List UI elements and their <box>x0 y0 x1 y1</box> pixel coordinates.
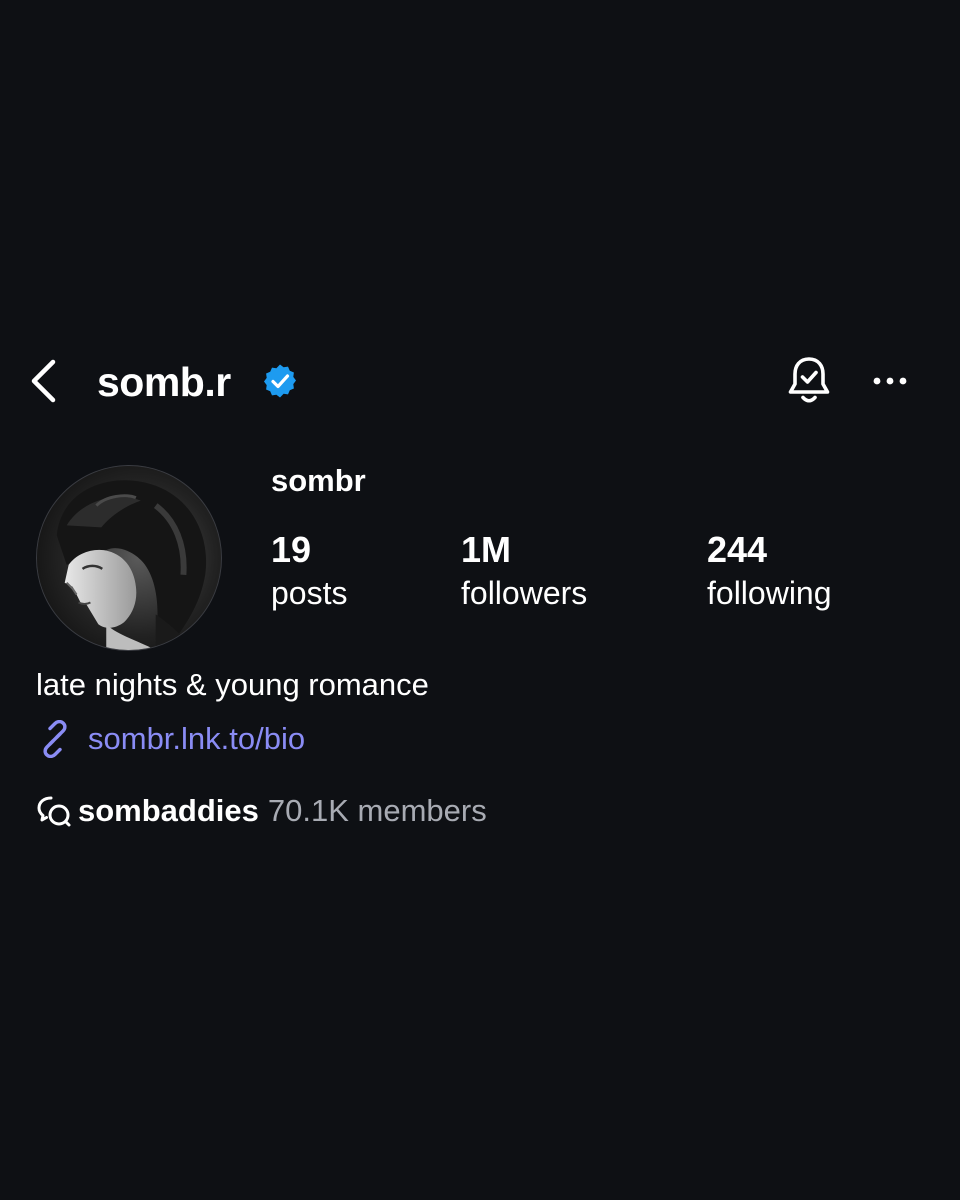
back-button[interactable] <box>26 356 60 406</box>
broadcast-channel[interactable]: sombaddies 70.1K members <box>36 790 487 832</box>
following-label: following <box>707 575 832 611</box>
channel-name: sombaddies <box>78 793 259 828</box>
verified-badge-icon <box>264 364 296 398</box>
chevron-left-icon <box>31 359 56 403</box>
profile-handle: somb.r <box>97 359 231 405</box>
channel-members: 70.1K members <box>267 793 487 828</box>
bio-link[interactable]: sombr.lnk.to/bio <box>36 718 305 760</box>
posts-label: posts <box>271 575 348 611</box>
more-horizontal-icon <box>873 377 907 385</box>
link-icon <box>43 720 67 758</box>
followers-value: 1M <box>461 529 512 570</box>
profile-photo <box>37 466 221 650</box>
display-name: sombr <box>271 463 366 498</box>
avatar[interactable] <box>36 465 222 651</box>
bio-link-text: sombr.lnk.to/bio <box>88 721 306 756</box>
profile-page: somb.r sombr 19 posts 1M followers 244 f… <box>0 0 960 1200</box>
following-value: 244 <box>707 529 768 570</box>
posts-count[interactable]: 19 posts <box>271 528 347 613</box>
bell-check-icon <box>788 357 830 403</box>
followers-count[interactable]: 1M followers <box>461 528 587 613</box>
following-count[interactable]: 244 following <box>707 528 832 613</box>
notifications-button[interactable] <box>786 355 832 407</box>
broadcast-channel-icon <box>37 796 71 827</box>
more-options-button[interactable] <box>870 370 910 392</box>
posts-value: 19 <box>271 529 312 570</box>
bio-text: late nights & young romance <box>36 667 429 702</box>
followers-label: followers <box>461 575 588 611</box>
